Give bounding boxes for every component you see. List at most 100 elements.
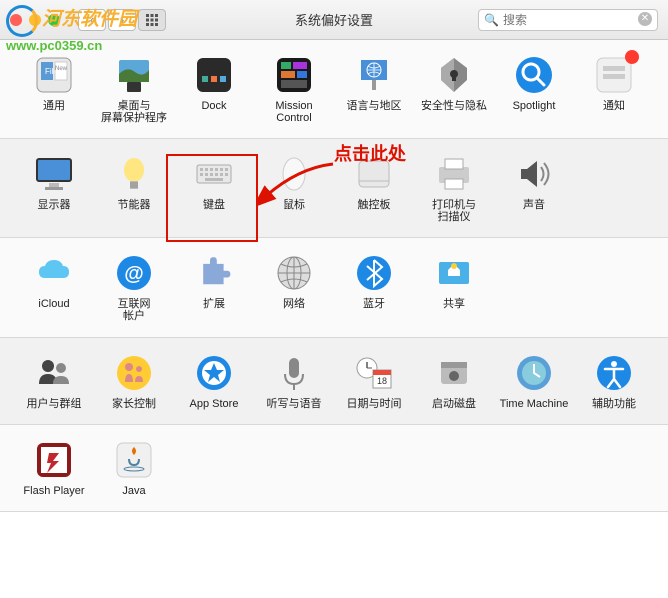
pref-parental[interactable]: 家长控制 xyxy=(94,352,174,410)
forward-button[interactable]: › xyxy=(108,9,136,31)
mission-icon xyxy=(273,54,315,96)
internet-icon: @ xyxy=(113,252,155,294)
pref-datetime[interactable]: 18 日期与时间 xyxy=(334,352,414,410)
printers-icon xyxy=(433,153,475,195)
flash-icon xyxy=(33,439,75,481)
dock-icon xyxy=(193,54,235,96)
label: 触控板 xyxy=(358,199,391,211)
window-controls xyxy=(10,14,60,26)
pref-internet-accounts[interactable]: @ 互联网 帐户 xyxy=(94,252,174,322)
label: 日期与时间 xyxy=(347,398,402,410)
label: App Store xyxy=(190,398,239,410)
language-icon xyxy=(353,54,395,96)
pref-notifications[interactable]: 通知 xyxy=(574,54,654,124)
label: 键盘 xyxy=(203,199,225,211)
pref-network[interactable]: 网络 xyxy=(254,252,334,322)
trackpad-icon xyxy=(353,153,395,195)
pref-timemachine[interactable]: Time Machine xyxy=(494,352,574,410)
label: 扩展 xyxy=(203,298,225,310)
label: Java xyxy=(122,485,145,497)
label: 启动磁盘 xyxy=(432,398,476,410)
label: Dock xyxy=(201,100,226,112)
pref-language[interactable]: 语言与地区 xyxy=(334,54,414,124)
label: 家长控制 xyxy=(112,398,156,410)
pref-sharing[interactable]: 共享 xyxy=(414,252,494,322)
label: 打印机与 扫描仪 xyxy=(432,199,476,223)
notification-badge xyxy=(625,50,639,64)
datetime-icon: 18 xyxy=(353,352,395,394)
pref-mission-control[interactable]: Mission Control xyxy=(254,54,334,124)
mouse-icon xyxy=(273,153,315,195)
pref-flash[interactable]: Flash Player xyxy=(14,439,94,497)
pref-sound[interactable]: 声音 xyxy=(494,153,574,223)
minimize-button[interactable] xyxy=(29,14,41,26)
startup-icon xyxy=(433,352,475,394)
label: 通用 xyxy=(43,100,65,112)
dictation-icon xyxy=(273,352,315,394)
timemachine-icon xyxy=(513,352,555,394)
label: 蓝牙 xyxy=(363,298,385,310)
label: 共享 xyxy=(443,298,465,310)
svg-text:@: @ xyxy=(124,263,144,285)
pref-keyboard[interactable]: 键盘 xyxy=(174,153,254,223)
label: Flash Player xyxy=(23,485,84,497)
parental-icon xyxy=(113,352,155,394)
label: 节能器 xyxy=(118,199,151,211)
label: 语言与地区 xyxy=(347,100,402,112)
label: 听写与语音 xyxy=(267,398,322,410)
pref-startup[interactable]: 启动磁盘 xyxy=(414,352,494,410)
displays-icon xyxy=(33,153,75,195)
search-input[interactable] xyxy=(478,9,658,31)
label: Mission Control xyxy=(275,100,312,124)
label: 鼠标 xyxy=(283,199,305,211)
label: 用户与群组 xyxy=(27,398,82,410)
extensions-icon xyxy=(193,252,235,294)
label: 安全性与隐私 xyxy=(421,100,487,112)
window-title: 系统偏好设置 xyxy=(295,10,373,29)
close-button[interactable] xyxy=(10,14,22,26)
energy-icon xyxy=(113,153,155,195)
pref-dock[interactable]: Dock xyxy=(174,54,254,124)
java-icon xyxy=(113,439,155,481)
back-button[interactable]: ‹ xyxy=(78,9,106,31)
clear-search-icon[interactable]: ✕ xyxy=(638,12,652,26)
label: 声音 xyxy=(523,199,545,211)
pref-extensions[interactable]: 扩展 xyxy=(174,252,254,322)
grid-icon xyxy=(145,13,159,27)
svg-text:New: New xyxy=(55,66,68,72)
pref-icloud[interactable]: iCloud xyxy=(14,252,94,322)
icloud-icon xyxy=(33,252,75,294)
pref-energy[interactable]: 节能器 xyxy=(94,153,174,223)
pref-mouse[interactable]: 鼠标 xyxy=(254,153,334,223)
keyboard-icon xyxy=(193,153,235,195)
pref-java[interactable]: Java xyxy=(94,439,174,497)
general-icon: FileNew xyxy=(33,54,75,96)
label: 显示器 xyxy=(38,199,71,211)
security-icon xyxy=(433,54,475,96)
pref-appstore[interactable]: App Store xyxy=(174,352,254,410)
label: 桌面与 屏幕保护程序 xyxy=(101,100,167,124)
pref-desktop[interactable]: 桌面与 屏幕保护程序 xyxy=(94,54,174,124)
pref-displays[interactable]: 显示器 xyxy=(14,153,94,223)
pref-dictation[interactable]: 听写与语音 xyxy=(254,352,334,410)
pref-general[interactable]: FileNew 通用 xyxy=(14,54,94,124)
pref-spotlight[interactable]: Spotlight xyxy=(494,54,574,124)
appstore-icon xyxy=(193,352,235,394)
spotlight-icon xyxy=(513,54,555,96)
zoom-button[interactable] xyxy=(48,14,60,26)
show-all-button[interactable] xyxy=(138,9,166,31)
pref-trackpad[interactable]: 触控板 xyxy=(334,153,414,223)
pref-accessibility[interactable]: 辅助功能 xyxy=(574,352,654,410)
label: 互联网 帐户 xyxy=(118,298,151,322)
pref-printers[interactable]: 打印机与 扫描仪 xyxy=(414,153,494,223)
accessibility-icon xyxy=(593,352,635,394)
label: Spotlight xyxy=(513,100,556,112)
pref-users[interactable]: 用户与群组 xyxy=(14,352,94,410)
desktop-icon xyxy=(113,54,155,96)
pref-security[interactable]: 安全性与隐私 xyxy=(414,54,494,124)
pref-bluetooth[interactable]: 蓝牙 xyxy=(334,252,414,322)
sound-icon xyxy=(513,153,555,195)
label: 网络 xyxy=(283,298,305,310)
bluetooth-icon xyxy=(353,252,395,294)
label: Time Machine xyxy=(500,398,569,410)
